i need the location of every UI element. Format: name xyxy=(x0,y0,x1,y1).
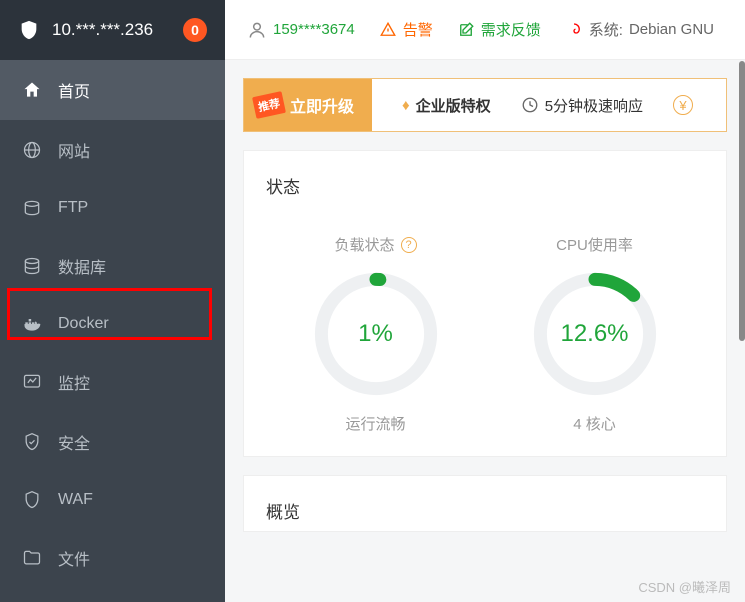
sidebar-item-label: 文件 xyxy=(58,546,90,570)
user-id: 159****3674 xyxy=(273,21,355,38)
sidebar-item-label: 首页 xyxy=(58,78,90,102)
nav-list: 首页 网站 FTP 数据库 Docker 监控 xyxy=(0,60,225,602)
notification-badge[interactable]: 0 xyxy=(183,18,207,42)
price-icon: ¥ xyxy=(673,95,693,115)
globe-icon xyxy=(22,140,42,160)
alert-label: 告警 xyxy=(403,19,433,40)
gauge-subtitle: 4 核心 xyxy=(573,413,616,434)
sidebar-item-label: WAF xyxy=(58,491,93,509)
sidebar-item-label: FTP xyxy=(58,199,88,217)
enterprise-link[interactable]: ♦ 企业版特权 xyxy=(402,95,491,116)
gauge-ring: 12.6% xyxy=(530,269,660,399)
sidebar-item-label: 安全 xyxy=(58,430,90,454)
overview-title: 概览 xyxy=(266,498,704,523)
gauge-value: 1% xyxy=(311,269,441,399)
sidebar-item-waf[interactable]: WAF xyxy=(0,472,225,528)
sidebar-header: 10.***.***.236 0 xyxy=(0,0,225,60)
debian-icon xyxy=(565,21,583,39)
folder-icon xyxy=(22,548,42,568)
help-icon[interactable]: ? xyxy=(401,237,417,253)
sidebar-item-label: 监控 xyxy=(58,370,90,394)
sidebar-item-label: Docker xyxy=(58,315,109,333)
clock-icon xyxy=(521,96,539,114)
alert-link[interactable]: 告警 xyxy=(379,19,433,40)
sidebar-item-label: 网站 xyxy=(58,138,90,162)
shield-icon xyxy=(18,18,40,42)
sidebar-item-home[interactable]: 首页 xyxy=(0,60,225,120)
user-info[interactable]: 159****3674 xyxy=(247,20,355,40)
monitor-icon xyxy=(22,372,42,392)
sidebar-item-monitor[interactable]: 监控 xyxy=(0,352,225,412)
gauge-value: 12.6% xyxy=(530,269,660,399)
main-content: 159****3674 告警 需求反馈 系统: Debian GNU 推荐 立即… xyxy=(225,0,745,602)
topbar: 159****3674 告警 需求反馈 系统: Debian GNU xyxy=(225,0,745,60)
sidebar-item-logs[interactable]: 日志 xyxy=(0,588,225,602)
system-info: 系统: Debian GNU xyxy=(565,19,714,40)
gauge-label: 负载状态 ? xyxy=(334,234,416,255)
feedback-label: 需求反馈 xyxy=(481,19,541,40)
sidebar-item-docker[interactable]: Docker xyxy=(0,296,225,352)
system-label: 系统: xyxy=(589,19,623,40)
diamond-icon: ♦ xyxy=(402,97,410,114)
sidebar-item-label: 数据库 xyxy=(58,254,106,278)
edit-icon xyxy=(457,21,475,39)
database-icon xyxy=(22,256,42,276)
sidebar-item-files[interactable]: 文件 xyxy=(0,528,225,588)
scrollbar[interactable] xyxy=(739,61,745,341)
enterprise-label: 企业版特权 xyxy=(416,95,491,116)
system-value: Debian GNU xyxy=(629,21,714,38)
upgrade-button[interactable]: 推荐 立即升级 xyxy=(244,79,372,131)
upgrade-label: 立即升级 xyxy=(290,93,354,117)
security-icon xyxy=(22,432,42,452)
home-icon xyxy=(22,80,42,100)
waf-icon xyxy=(22,490,42,510)
gauge-ring: 1% xyxy=(311,269,441,399)
cpu-gauge: CPU使用率 12.6% 4 核心 xyxy=(530,234,660,434)
promo-bar: 推荐 立即升级 ♦ 企业版特权 5分钟极速响应 ¥ xyxy=(243,78,727,132)
recommend-tag: 推荐 xyxy=(252,91,286,119)
alert-icon xyxy=(379,21,397,39)
response-item: 5分钟极速响应 xyxy=(521,95,643,116)
sidebar-item-database[interactable]: 数据库 xyxy=(0,236,225,296)
ftp-icon xyxy=(22,198,42,218)
load-gauge: 负载状态 ? 1% 运行流畅 xyxy=(311,234,441,434)
docker-icon xyxy=(22,314,42,334)
user-icon xyxy=(247,20,267,40)
sidebar: 10.***.***.236 0 首页 网站 FTP 数据库 Docke xyxy=(0,0,225,602)
feedback-link[interactable]: 需求反馈 xyxy=(457,19,541,40)
gauge-label: CPU使用率 xyxy=(556,234,633,255)
gauges-row: 负载状态 ? 1% 运行流畅 CPU使用率 xyxy=(266,234,704,434)
status-title: 状态 xyxy=(266,173,704,198)
server-ip: 10.***.***.236 xyxy=(52,20,171,40)
status-card: 状态 负载状态 ? 1% 运行流畅 xyxy=(243,150,727,457)
overview-card: 概览 xyxy=(243,475,727,532)
response-label: 5分钟极速响应 xyxy=(545,95,643,116)
sidebar-item-ftp[interactable]: FTP xyxy=(0,180,225,236)
sidebar-item-security[interactable]: 安全 xyxy=(0,412,225,472)
gauge-subtitle: 运行流畅 xyxy=(345,413,405,434)
sidebar-item-website[interactable]: 网站 xyxy=(0,120,225,180)
